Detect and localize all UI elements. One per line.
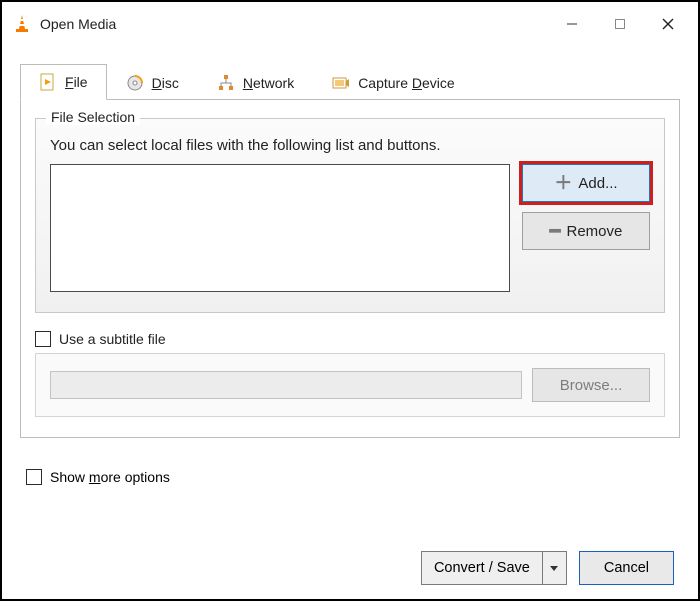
show-more-checkbox[interactable] (26, 469, 42, 485)
tab-label: File (65, 74, 88, 90)
maximize-button[interactable] (596, 4, 644, 44)
tab-network[interactable]: Network (198, 64, 313, 100)
window-title: Open Media (40, 16, 116, 32)
chevron-down-icon (549, 563, 559, 573)
capture-icon (332, 74, 350, 92)
tab-content: File Selection You can select local file… (20, 99, 680, 438)
title-bar: Open Media (2, 2, 698, 46)
tab-label: Capture Device (358, 75, 455, 91)
add-button[interactable]: ＋ Add... (522, 164, 650, 202)
file-selection-group: File Selection You can select local file… (35, 118, 665, 313)
tab-disc[interactable]: Disc (107, 64, 198, 100)
plus-icon: ＋ (554, 174, 572, 192)
dialog-footer: Convert / Save Cancel (421, 551, 674, 585)
network-icon (217, 74, 235, 92)
convert-save-dropdown[interactable] (543, 551, 567, 585)
file-icon (39, 73, 57, 91)
show-more-label: Show more options (50, 469, 170, 485)
remove-button[interactable]: ━ Remove (522, 212, 650, 250)
tab-capture-device[interactable]: Capture Device (313, 64, 474, 100)
add-button-label: Add... (578, 175, 617, 192)
subtitle-path-input (50, 371, 522, 399)
remove-button-label: Remove (566, 223, 622, 240)
convert-save-button[interactable]: Convert / Save (421, 551, 567, 585)
disc-icon (126, 74, 144, 92)
tab-bar: File Disc Network Capture Device (2, 46, 698, 100)
minus-icon: ━ (550, 222, 561, 240)
vlc-cone-icon (12, 14, 32, 34)
tab-label: Network (243, 75, 294, 91)
subtitle-checkbox-label: Use a subtitle file (59, 331, 166, 347)
file-list[interactable] (50, 164, 510, 292)
file-selection-help: You can select local files with the foll… (50, 137, 650, 154)
subtitle-checkbox[interactable] (35, 331, 51, 347)
file-selection-legend: File Selection (46, 109, 140, 125)
minimize-button[interactable] (548, 4, 596, 44)
close-button[interactable] (644, 4, 692, 44)
cancel-button[interactable]: Cancel (579, 551, 674, 585)
tab-label: Disc (152, 75, 179, 91)
tab-file[interactable]: File (20, 64, 107, 100)
subtitle-panel: Browse... (35, 353, 665, 417)
subtitle-browse-button: Browse... (532, 368, 650, 402)
